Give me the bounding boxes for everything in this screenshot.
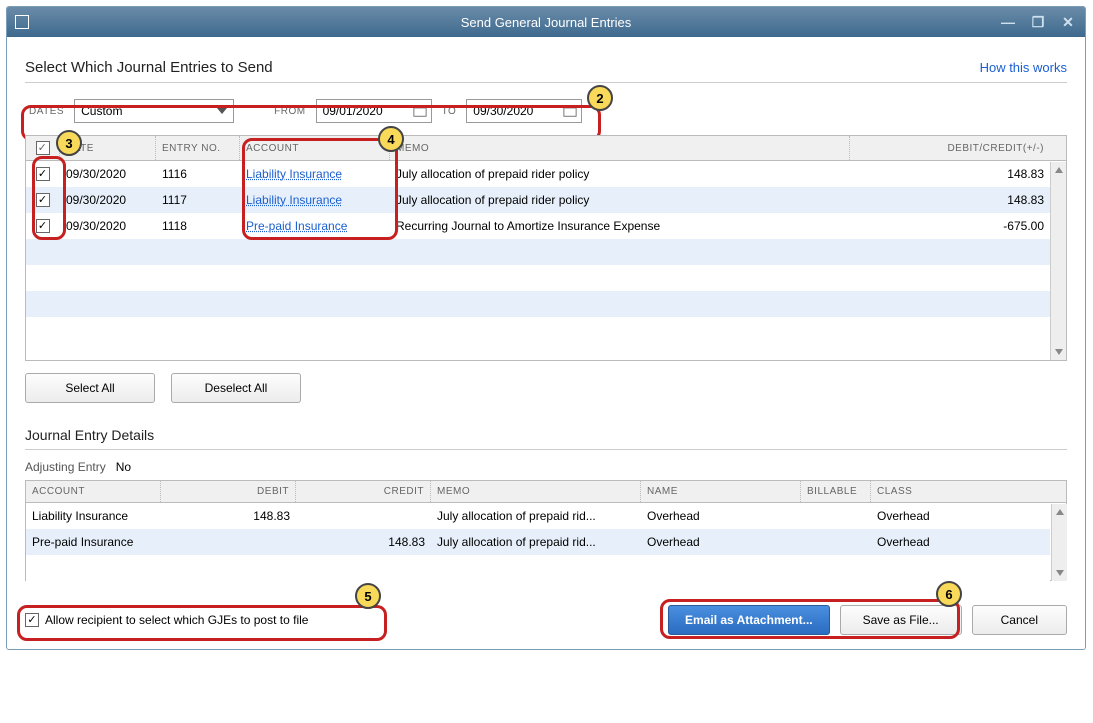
section-title: Select Which Journal Entries to Send [25,59,273,76]
detail-row-empty [26,555,1050,581]
adjusting-entry-value: No [116,460,131,474]
cell-amount: 148.83 [850,161,1050,187]
cell-entry: 1116 [156,161,240,187]
window-frame: Send General Journal Entries — ❐ ✕ Selec… [6,6,1086,650]
scroll-down-icon[interactable] [1052,565,1067,581]
close-button[interactable]: ✕ [1057,13,1079,31]
table-row-empty [26,291,1050,317]
scrollbar[interactable] [1050,162,1066,360]
dcell-name: Overhead [641,503,801,529]
col-memo[interactable]: MEMO [390,136,850,160]
dates-label: DATES [29,106,64,117]
table-row-empty [26,317,1050,343]
scrollbar[interactable] [1051,504,1067,581]
col-debit-credit[interactable]: DEBIT/CREDIT(+/-) [850,136,1050,160]
calendar-icon[interactable] [563,104,577,118]
adjusting-entry-label: Adjusting Entry [25,460,106,474]
maximize-button[interactable]: ❐ [1027,13,1049,31]
callout-number-5: 5 [355,583,381,609]
from-date-input[interactable]: 09/01/2020 [316,99,432,123]
deselect-all-button[interactable]: Deselect All [171,373,301,403]
table-row-empty [26,239,1050,265]
col-entry[interactable]: ENTRY NO. [156,136,240,160]
row-checkbox[interactable]: ✓ [36,167,50,181]
select-all-button[interactable]: Select All [25,373,155,403]
cell-memo: July allocation of prepaid rider policy [390,187,850,213]
date-range-select[interactable]: Custom [74,99,234,123]
date-range-value: Custom [81,104,122,118]
to-date-input[interactable]: 09/30/2020 [466,99,582,123]
dcell-name: Overhead [641,529,801,555]
dcell-credit: 148.83 [296,529,431,555]
dcell-billable [801,529,871,555]
dcol-credit[interactable]: CREDIT [296,481,431,502]
scroll-down-icon[interactable] [1051,344,1066,360]
details-title: Journal Entry Details [25,427,1067,443]
dcell-class: Overhead [871,503,1050,529]
cell-account-link[interactable]: Liability Insurance [240,161,390,187]
table-row[interactable]: ✓ 09/30/2020 1118 Pre-paid Insurance Rec… [26,213,1050,239]
row-checkbox[interactable]: ✓ [36,193,50,207]
dcell-billable [801,503,871,529]
dcell-account: Liability Insurance [26,503,161,529]
detail-row[interactable]: Pre-paid Insurance 148.83 July allocatio… [26,529,1050,555]
dcol-class[interactable]: CLASS [871,481,1050,502]
dcell-account: Pre-paid Insurance [26,529,161,555]
allow-recipient-label: Allow recipient to select which GJEs to … [45,613,308,627]
cell-amount: 148.83 [850,187,1050,213]
cell-memo: July allocation of prepaid rider policy [390,161,850,187]
window-title: Send General Journal Entries [7,15,1085,30]
calendar-icon[interactable] [413,104,427,118]
dcell-class: Overhead [871,529,1050,555]
from-date-value: 09/01/2020 [323,104,383,118]
cell-entry: 1118 [156,213,240,239]
row-checkbox[interactable]: ✓ [36,219,50,233]
table-row[interactable]: ✓ 09/30/2020 1117 Liability Insurance Ju… [26,187,1050,213]
detail-row[interactable]: Liability Insurance 148.83 July allocati… [26,503,1050,529]
dcell-memo: July allocation of prepaid rid... [431,503,641,529]
save-as-file-button[interactable]: Save as File... [840,605,962,635]
scroll-up-icon[interactable] [1051,162,1066,178]
dcell-credit [296,503,431,529]
cell-date: 09/30/2020 [60,187,156,213]
dcell-memo: July allocation of prepaid rid... [431,529,641,555]
dcol-memo[interactable]: MEMO [431,481,641,502]
how-this-works-link[interactable]: How this works [980,60,1067,75]
cell-account-link[interactable]: Liability Insurance [240,187,390,213]
cancel-button[interactable]: Cancel [972,605,1067,635]
callout-number-4: 4 [378,126,404,152]
allow-recipient-checkbox[interactable]: ✓ Allow recipient to select which GJEs t… [25,613,308,627]
dcol-billable[interactable]: BILLABLE [801,481,871,502]
cell-date: 09/30/2020 [60,213,156,239]
header-checkbox[interactable]: ✓ [26,136,60,160]
scroll-up-icon[interactable] [1052,504,1067,520]
callout-number-6: 6 [936,581,962,607]
chevron-down-icon [217,108,227,114]
cell-date: 09/30/2020 [60,161,156,187]
cell-memo: Recurring Journal to Amortize Insurance … [390,213,850,239]
email-attachment-button[interactable]: Email as Attachment... [668,605,830,635]
cell-amount: -675.00 [850,213,1050,239]
to-date-value: 09/30/2020 [473,104,533,118]
dcol-debit[interactable]: DEBIT [161,481,296,502]
titlebar: Send General Journal Entries — ❐ ✕ [7,7,1085,37]
table-row[interactable]: ✓ 09/30/2020 1116 Liability Insurance Ju… [26,161,1050,187]
col-account[interactable]: ACCOUNT [240,136,390,160]
to-label: TO [442,106,457,117]
from-label: FROM [274,106,305,117]
callout-number-2: 2 [587,85,613,111]
table-row-empty [26,265,1050,291]
dcell-debit: 148.83 [161,503,296,529]
checkbox-icon: ✓ [25,613,39,627]
dcol-name[interactable]: NAME [641,481,801,502]
cell-entry: 1117 [156,187,240,213]
callout-number-3: 3 [56,130,82,156]
minimize-button[interactable]: — [997,13,1019,31]
dcell-debit [161,529,296,555]
dcol-account[interactable]: ACCOUNT [26,481,161,502]
cell-account-link[interactable]: Pre-paid Insurance [240,213,390,239]
